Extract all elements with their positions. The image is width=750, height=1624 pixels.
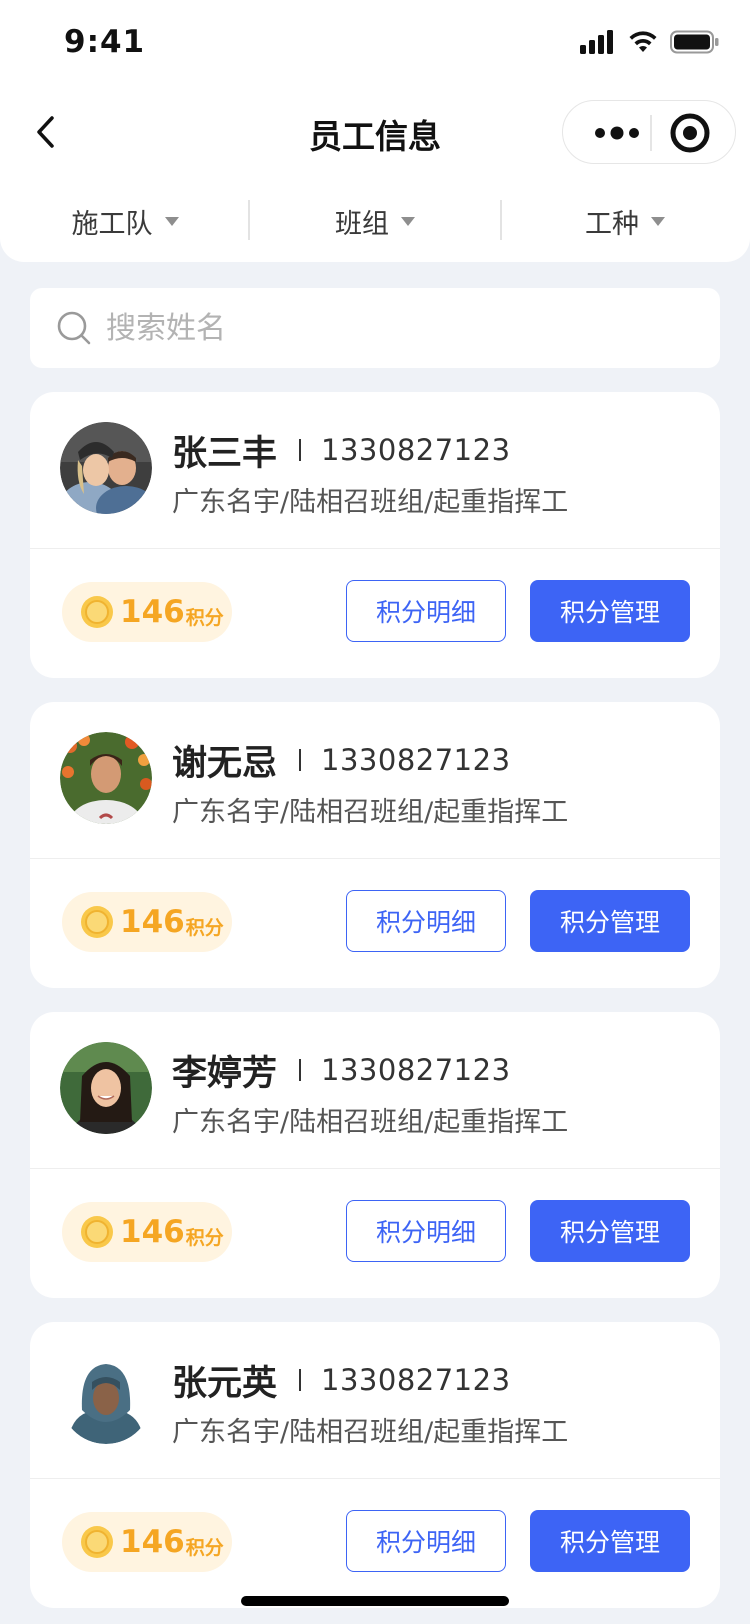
coin-icon <box>81 1526 113 1558</box>
employee-phone: 1330827123 <box>321 1363 511 1397</box>
employee-name: 谢无忌 <box>172 743 278 784</box>
employee-info[interactable]: 李婷芳 1330827123 广东名宇/陆相召班组/起重指挥工 <box>30 1012 720 1168</box>
separator <box>299 749 302 771</box>
avatar <box>60 1352 152 1444</box>
filter-label: 工种 <box>585 208 639 240</box>
employee-info[interactable]: 张元英 1330827123 广东名宇/陆相召班组/起重指挥工 <box>30 1322 720 1478</box>
home-indicator <box>241 1596 509 1606</box>
coin-icon <box>81 1216 113 1248</box>
divider <box>30 1478 720 1479</box>
points-unit: 积分 <box>185 1226 224 1249</box>
status-icons <box>580 30 720 54</box>
employee-name: 张元英 <box>172 1363 278 1404</box>
more-button[interactable] <box>588 115 648 151</box>
employee-card: 李婷芳 1330827123 广东名宇/陆相召班组/起重指挥工 146 积分 积… <box>30 1012 720 1298</box>
search-icon <box>57 311 91 345</box>
avatar <box>60 1042 152 1134</box>
caret-down-icon <box>164 216 179 226</box>
filter-label: 班组 <box>335 208 389 240</box>
filter-divider <box>500 200 502 240</box>
filter-label: 施工队 <box>71 208 153 240</box>
employee-team: 广东名宇/陆相召班组/起重指挥工 <box>172 487 569 518</box>
filter-divider <box>248 200 250 240</box>
name-row: 张三丰 1330827123 <box>172 422 511 478</box>
target-icon <box>670 113 710 153</box>
divider <box>30 548 720 549</box>
name-row: 谢无忌 1330827123 <box>172 732 511 788</box>
battery-icon <box>670 30 719 54</box>
employee-card: 张元英 1330827123 广东名宇/陆相召班组/起重指挥工 146 积分 积… <box>30 1322 720 1608</box>
points-value: 146 <box>120 904 185 940</box>
mini-program-capsule <box>562 100 736 164</box>
wifi-icon <box>629 31 657 52</box>
points-value: 146 <box>120 594 185 630</box>
points-unit: 积分 <box>185 606 224 629</box>
separator <box>299 439 302 461</box>
points-detail-button[interactable]: 积分明细 <box>346 890 506 952</box>
points-unit: 积分 <box>185 1536 224 1559</box>
points-badge: 146 积分 <box>62 582 232 642</box>
search-bar <box>30 288 720 368</box>
divider <box>30 1168 720 1169</box>
points-badge: 146 积分 <box>62 892 232 952</box>
employee-team: 广东名宇/陆相召班组/起重指挥工 <box>172 1417 569 1448</box>
employee-card: 谢无忌 1330827123 广东名宇/陆相召班组/起重指挥工 146 积分 积… <box>30 702 720 988</box>
filter-job-type[interactable]: 工种 <box>500 196 750 246</box>
nav-bar: 员工信息 <box>0 92 750 172</box>
coin-icon <box>81 906 113 938</box>
coin-icon <box>81 596 113 628</box>
employee-name: 李婷芳 <box>172 1053 278 1094</box>
employee-team: 广东名宇/陆相召班组/起重指挥工 <box>172 1107 569 1138</box>
points-manage-button[interactable]: 积分管理 <box>530 580 690 642</box>
filter-bar: 施工队 班组 工种 <box>0 196 750 246</box>
signal-icon <box>580 30 613 54</box>
employee-phone: 1330827123 <box>321 743 511 777</box>
search-input[interactable] <box>106 310 666 346</box>
points-unit: 积分 <box>185 916 224 939</box>
employee-name: 张三丰 <box>172 433 278 474</box>
employee-phone: 1330827123 <box>321 1053 511 1087</box>
employee-card: 张三丰 1330827123 广东名宇/陆相召班组/起重指挥工 146 积分 积… <box>30 392 720 678</box>
filter-construction-team[interactable]: 施工队 <box>0 196 250 246</box>
caret-down-icon <box>651 216 665 226</box>
points-detail-button[interactable]: 积分明细 <box>346 1200 506 1262</box>
points-detail-button[interactable]: 积分明细 <box>346 580 506 642</box>
avatar <box>60 732 152 824</box>
points-badge: 146 积分 <box>62 1512 232 1572</box>
status-time: 9:41 <box>64 24 146 60</box>
points-manage-button[interactable]: 积分管理 <box>530 1510 690 1572</box>
filter-team-group[interactable]: 班组 <box>250 196 500 246</box>
separator <box>299 1059 302 1081</box>
close-mini-program-button[interactable] <box>669 112 711 154</box>
name-row: 李婷芳 1330827123 <box>172 1042 511 1098</box>
points-manage-button[interactable]: 积分管理 <box>530 1200 690 1262</box>
points-detail-button[interactable]: 积分明细 <box>346 1510 506 1572</box>
avatar <box>60 422 152 514</box>
more-dots-icon <box>595 126 639 140</box>
caret-down-icon <box>401 216 415 226</box>
status-bar: 9:41 <box>0 0 750 88</box>
points-value: 146 <box>120 1524 185 1560</box>
separator <box>299 1369 302 1391</box>
points-value: 146 <box>120 1214 185 1250</box>
divider <box>30 858 720 859</box>
employee-info[interactable]: 谢无忌 1330827123 广东名宇/陆相召班组/起重指挥工 <box>30 702 720 858</box>
name-row: 张元英 1330827123 <box>172 1352 511 1408</box>
capsule-divider <box>650 115 652 151</box>
employee-info[interactable]: 张三丰 1330827123 广东名宇/陆相召班组/起重指挥工 <box>30 392 720 548</box>
points-manage-button[interactable]: 积分管理 <box>530 890 690 952</box>
header: 9:41 员工信息 施工队 班组 工种 <box>0 0 750 262</box>
employee-phone: 1330827123 <box>321 433 511 467</box>
points-badge: 146 积分 <box>62 1202 232 1262</box>
employee-team: 广东名宇/陆相召班组/起重指挥工 <box>172 797 569 828</box>
